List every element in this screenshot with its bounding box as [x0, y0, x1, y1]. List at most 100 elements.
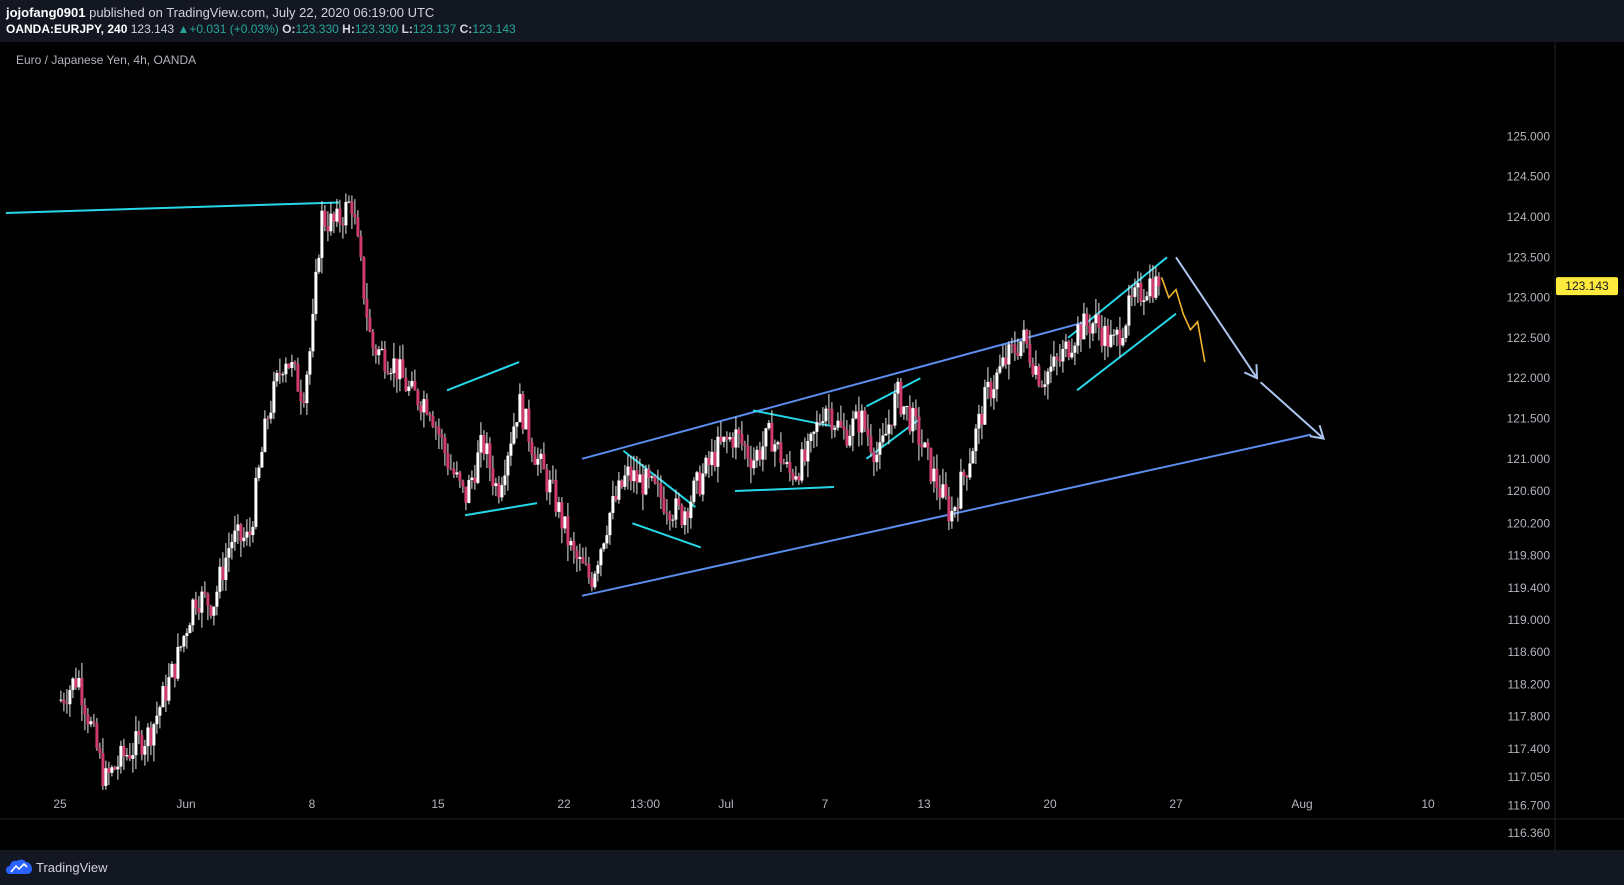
candle-body: [698, 472, 702, 495]
candle-body: [557, 502, 561, 512]
candle-body: [662, 498, 666, 513]
candle-body: [509, 443, 513, 456]
candle-body: [1001, 357, 1005, 367]
trendline-flag[interactable]: [464, 502, 538, 517]
candle-body: [68, 690, 72, 705]
candle-body: [248, 531, 252, 536]
low-value: 123.137: [412, 22, 457, 36]
candle-body: [860, 410, 864, 433]
candle-body: [878, 442, 882, 455]
candle-body: [278, 372, 282, 375]
footer-bar: TradingView: [0, 850, 1624, 885]
trendline-resistance[interactable]: [5, 201, 340, 214]
symbol-name[interactable]: OANDA:EURJPY, 240: [6, 22, 127, 36]
candle-body: [206, 593, 210, 606]
price-axis[interactable]: 125.000 124.500 124.000 123.500 123.000 122.5…: [1507, 129, 1551, 839]
candle-body: [725, 436, 729, 440]
candle-body: [788, 462, 792, 473]
candle-body: [221, 566, 225, 581]
candle-body: [1142, 300, 1146, 302]
candle-body: [971, 451, 975, 464]
tradingview-brand[interactable]: TradingView: [6, 859, 108, 875]
candle-body: [242, 537, 246, 542]
candle-body: [773, 444, 777, 452]
candle-body: [749, 458, 753, 469]
price-tick-label: 123.000: [1507, 291, 1551, 305]
candle-body: [1040, 385, 1044, 387]
trendlines[interactable]: [5, 201, 1312, 597]
candle-body: [575, 550, 579, 559]
price-tick-label: 121.500: [1507, 412, 1551, 426]
forecast-arrows[interactable]: [1175, 256, 1326, 440]
candle-body: [143, 746, 147, 755]
candle-body: [635, 470, 639, 483]
candle-body: [1094, 314, 1098, 324]
candle-body: [611, 496, 615, 513]
candle-body: [245, 531, 249, 538]
candle-body: [455, 472, 459, 475]
trendline-channel-top[interactable]: [581, 320, 1087, 460]
author-name[interactable]: jojofang0901: [6, 5, 85, 20]
candle-body: [320, 210, 324, 258]
candle-body: [566, 516, 570, 546]
candle-body: [563, 516, 567, 529]
candle-body: [263, 418, 267, 452]
candle-body: [1085, 313, 1089, 327]
candle-body: [1100, 327, 1104, 346]
price-change: +0.031 (+0.03%): [189, 22, 279, 36]
candle-body: [1148, 278, 1152, 297]
candle-body: [812, 431, 816, 434]
trendline-triangle[interactable]: [734, 486, 835, 493]
price-tick-label: 119.400: [1508, 581, 1551, 595]
candle-body: [503, 475, 507, 486]
forecast-arrow-line[interactable]: [1175, 256, 1258, 379]
candle-body: [65, 703, 69, 705]
candle-body: [980, 413, 984, 425]
trendline-flag[interactable]: [446, 361, 520, 392]
candle-body: [347, 201, 351, 203]
candle-body: [170, 663, 174, 678]
candle-body: [884, 433, 888, 436]
candle-body: [167, 677, 171, 701]
candle-body: [608, 512, 612, 536]
candle-body: [1013, 344, 1017, 353]
forecast-arrow-line[interactable]: [1259, 381, 1325, 440]
time-axis[interactable]: 25 Jun 8 15 22 13:00 Jul 7 13 20 27 Aug 10: [53, 797, 1435, 811]
candle-body: [182, 635, 186, 647]
candle-body: [710, 451, 714, 465]
candle-body: [1157, 276, 1161, 287]
candle-body: [233, 530, 237, 542]
candle-body: [929, 447, 933, 482]
candle-body: [416, 390, 420, 406]
candle-body: [179, 646, 183, 648]
candle-body: [140, 735, 144, 755]
candle-body: [782, 463, 786, 465]
price-tick-label: 125.000: [1507, 129, 1551, 143]
time-tick-label: Jul: [718, 797, 733, 811]
candle-body: [578, 557, 582, 559]
candle-body: [1025, 329, 1029, 344]
candle-body: [953, 507, 957, 511]
candle-body: [917, 416, 921, 445]
candle-body: [392, 358, 396, 374]
candle-body: [881, 435, 885, 443]
chart-area[interactable]: Euro / Japanese Yen, 4h, OANDA 125.000 12…: [0, 42, 1624, 850]
trendline-triangle[interactable]: [752, 409, 835, 428]
candle-body: [866, 428, 870, 437]
candle-body: [851, 418, 855, 436]
candle-body: [665, 512, 669, 514]
candle-body: [587, 564, 591, 578]
candle-body: [623, 475, 627, 487]
candle-body: [266, 418, 270, 420]
candle-body: [95, 723, 99, 749]
candle-body: [614, 496, 618, 500]
candle-body: [428, 414, 432, 417]
candle-body: [902, 406, 906, 415]
close-label: C:: [459, 22, 473, 36]
candle-body: [572, 540, 576, 551]
candle-body: [626, 466, 630, 476]
chart-canvas[interactable]: Euro / Japanese Yen, 4h, OANDA 125.00012…: [0, 42, 1624, 850]
candle-body: [911, 408, 915, 432]
candle-body: [437, 426, 441, 435]
candle-body: [659, 483, 663, 499]
